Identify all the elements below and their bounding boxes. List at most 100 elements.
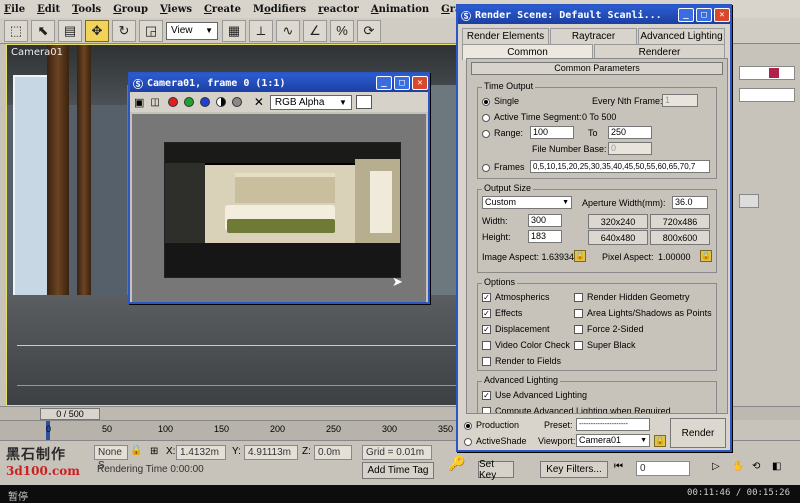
select-object-button[interactable]: ⬉	[31, 19, 55, 42]
lock-icon[interactable]: 🔒	[130, 445, 142, 456]
menu-animation[interactable]: Animation	[371, 4, 429, 15]
menu-edit[interactable]: Edit	[37, 4, 60, 15]
single-radio[interactable]: Single	[482, 96, 519, 106]
viewport-lock-icon[interactable]: 🔒	[654, 435, 666, 447]
set-key-button[interactable]: Set Key	[478, 459, 514, 481]
use-advanced-lighting-checkbox[interactable]: ✓ Use Advanced Lighting	[482, 390, 587, 401]
displacement-checkbox[interactable]: ✓ Displacement	[482, 324, 550, 335]
object-color-swatch[interactable]	[769, 68, 779, 78]
tab-advanced-lighting[interactable]: Advanced Lighting	[638, 28, 725, 44]
aperture-width-field[interactable]: 36.0	[672, 196, 708, 209]
pixel-aspect-lock-icon[interactable]: 🔒	[700, 250, 712, 262]
width-field[interactable]: 300	[528, 214, 562, 227]
current-frame-field[interactable]: 0	[636, 461, 690, 476]
range-to-field[interactable]: 250	[608, 126, 652, 139]
clear-icon[interactable]: ✕	[254, 95, 264, 109]
preset-320x240-button[interactable]: 320x240	[588, 214, 648, 229]
key-icon[interactable]: 🔑	[448, 455, 465, 472]
compute-advanced-lighting-checkbox[interactable]: Compute Advanced Lighting when Required	[482, 406, 671, 413]
frames-field[interactable]: 0,5,10,15,20,25,30,35,40,45,50,55,60,65,…	[530, 160, 710, 173]
percent-snap-icon[interactable]: %	[330, 19, 354, 42]
go-to-start-icon[interactable]: ⏮	[614, 461, 623, 472]
area-lights-checkbox[interactable]: Area Lights/Shadows as Points	[574, 308, 712, 319]
height-field[interactable]: 183	[528, 230, 562, 243]
play-icon[interactable]: ▷	[712, 461, 720, 472]
effects-checkbox[interactable]: ✓ Effects	[482, 308, 522, 319]
x-coordinate-field[interactable]: 1.4132m	[176, 445, 226, 460]
modifier-list[interactable]	[739, 88, 795, 102]
track-bar[interactable]: 0 50 100 150 200 250 300 350	[0, 420, 460, 441]
panel-icon-button[interactable]	[739, 194, 759, 208]
production-radio[interactable]: Production	[464, 420, 519, 430]
video-color-check-checkbox[interactable]: Video Color Check	[482, 340, 570, 351]
preset-select[interactable]: ---------------------	[576, 418, 650, 431]
super-black-checkbox[interactable]: Super Black	[574, 340, 636, 351]
rendered-frame-window[interactable]: Ⓢ Camera01, frame 0 (1:1) _ □ ✕ ▣ ◫ ✕ RG…	[128, 72, 430, 304]
file-number-base-field[interactable]: 0	[608, 142, 652, 155]
active-segment-radio[interactable]: Active Time Segment:	[482, 112, 582, 122]
atmospherics-checkbox[interactable]: ✓ Atmospherics	[482, 292, 550, 303]
close-icon[interactable]: ✕	[714, 8, 730, 22]
snap-icon[interactable]: ∿	[276, 19, 300, 42]
pivot-icon[interactable]: ▦	[222, 19, 246, 42]
range-radio[interactable]: Range:	[482, 128, 523, 138]
clone-icon[interactable]: ◫	[150, 97, 159, 108]
angle-snap-icon[interactable]: ∠	[303, 19, 327, 42]
tab-render-elements[interactable]: Render Elements	[462, 28, 549, 44]
rollout-common-parameters[interactable]: Common Parameters	[471, 62, 723, 75]
render-to-fields-checkbox[interactable]: Render to Fields	[482, 356, 561, 367]
pan-hand-icon[interactable]: ✋	[732, 461, 744, 472]
range-from-field[interactable]: 100	[530, 126, 574, 139]
alpha-channel-icon[interactable]	[215, 97, 226, 107]
y-coordinate-field[interactable]: 4.91113m	[244, 445, 298, 460]
render-scene-dialog[interactable]: Ⓢ Render Scene: Default Scanli... _ □ ✕ …	[456, 4, 732, 452]
save-icon[interactable]: ▣	[134, 96, 144, 109]
close-icon[interactable]: ✕	[412, 76, 428, 90]
output-size-preset-select[interactable]: Custom ▼	[482, 196, 572, 209]
select-by-name-button[interactable]: ▤	[58, 19, 82, 42]
menu-reactor[interactable]: reactor	[318, 4, 359, 15]
every-nth-field[interactable]: 1	[662, 94, 698, 107]
scale-icon[interactable]: ◲	[139, 19, 163, 42]
minimize-icon[interactable]: _	[678, 8, 694, 22]
frames-radio[interactable]: Frames	[482, 162, 525, 172]
minimize-icon[interactable]: _	[376, 76, 392, 90]
blue-channel-icon[interactable]	[199, 97, 210, 107]
menu-group[interactable]: Group	[113, 4, 148, 15]
render-button[interactable]: Render	[670, 418, 726, 448]
z-coordinate-field[interactable]: 0.0m	[314, 445, 352, 460]
reference-coord-select[interactable]: View ▼	[166, 21, 218, 40]
add-time-tag-button[interactable]: Add Time Tag	[362, 462, 434, 479]
key-filters-button[interactable]: Key Filters...	[540, 461, 608, 478]
time-slider-thumb[interactable]: 0 / 500	[40, 408, 100, 420]
preset-720x486-button[interactable]: 720x486	[650, 214, 710, 229]
selection-field[interactable]: None S	[94, 445, 128, 471]
menu-file[interactable]: File	[4, 4, 25, 15]
monochrome-icon[interactable]	[231, 97, 242, 107]
maximize-icon[interactable]: □	[696, 8, 712, 22]
select-region-button[interactable]: ⬚	[4, 19, 28, 42]
tab-raytracer[interactable]: Raytracer	[550, 28, 637, 44]
move-icon[interactable]: ✥	[85, 19, 109, 42]
mirror-icon[interactable]: ⟂	[249, 19, 273, 42]
image-aspect-lock-icon[interactable]: 🔒	[574, 250, 586, 262]
render-scene-titlebar[interactable]: Ⓢ Render Scene: Default Scanli... _ □ ✕	[458, 6, 730, 24]
maximize-viewport-icon[interactable]: ◧	[772, 461, 781, 472]
frame-window-titlebar[interactable]: Ⓢ Camera01, frame 0 (1:1) _ □ ✕	[130, 74, 428, 92]
green-channel-icon[interactable]	[183, 97, 194, 107]
maximize-icon[interactable]: □	[394, 76, 410, 90]
orbit-icon[interactable]: ⟲	[752, 461, 760, 472]
spinner-snap-icon[interactable]: ⟳	[357, 19, 381, 42]
menu-views[interactable]: Views	[160, 4, 192, 15]
object-name-field[interactable]	[739, 66, 795, 80]
menu-create[interactable]: Create	[204, 4, 241, 15]
color-swatch[interactable]	[355, 95, 372, 109]
force-2-sided-checkbox[interactable]: Force 2-Sided	[574, 324, 644, 335]
channel-select[interactable]: RGB Alpha ▼	[269, 94, 352, 110]
pause-status-text[interactable]: 暂停	[8, 488, 28, 503]
viewport-select[interactable]: Camera01 ▼	[576, 434, 650, 447]
rotate-icon[interactable]: ↻	[112, 19, 136, 42]
absolute-mode-icon[interactable]: ⊞	[150, 446, 158, 457]
pixel-aspect-value[interactable]: 1.00000	[658, 252, 691, 262]
red-channel-icon[interactable]	[167, 97, 178, 107]
